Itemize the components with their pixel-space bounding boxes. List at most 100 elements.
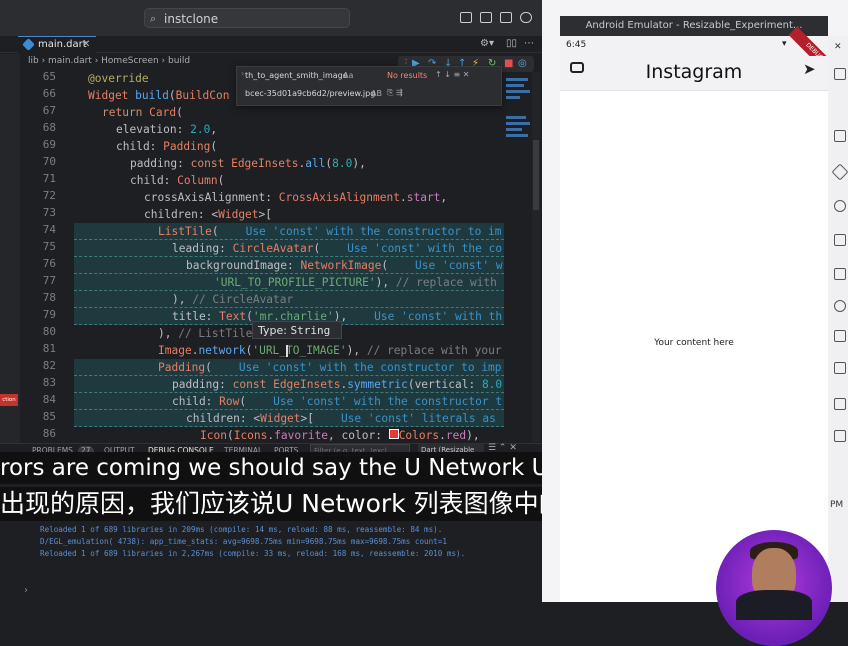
app-title: Instagram	[645, 61, 743, 83]
minimap[interactable]	[504, 76, 532, 216]
zoom-icon[interactable]	[834, 234, 846, 246]
code-line: Padding( Use 'const' with the constructo…	[158, 361, 502, 374]
console-line: D/EGL_emulation( 4738): app_time_stats: …	[40, 537, 447, 546]
tab-label: main.dart	[38, 39, 87, 50]
scrollbar-thumb[interactable]	[533, 140, 539, 210]
code-line: child: Column(	[130, 174, 225, 187]
side-time-label: PM	[830, 500, 844, 510]
line-number: 65	[42, 70, 56, 83]
code-line: Image.network('URL_TO_IMAGE'), // replac…	[158, 344, 502, 357]
toggle-sidebar-icon[interactable]	[460, 12, 472, 23]
devtools-icon[interactable]: ◎	[518, 57, 527, 71]
line-number: 82	[42, 359, 56, 372]
more-icon[interactable]	[834, 430, 846, 442]
line-number-gutter: 65 66 67 68 69 70 71 72 73 74 75 76 77 7…	[20, 68, 62, 442]
run-debug-icon[interactable]: ⚙▾	[480, 38, 494, 49]
close-icon[interactable]: ✕	[834, 42, 842, 52]
code-line: ), // CircleAvatar	[172, 293, 294, 306]
line-number: 77	[42, 274, 56, 287]
find-nav-icons[interactable]: ↑ ↓ ≡ ✕	[435, 70, 469, 79]
line-number: 76	[42, 257, 56, 270]
console-prompt-icon[interactable]: ›	[24, 585, 28, 596]
tooltip-type: String	[290, 324, 331, 337]
line-number: 79	[42, 308, 56, 321]
code-line: padding: const EdgeInsets.symmetric(vert…	[172, 378, 503, 391]
split-editor-icon[interactable]: ▯▯	[506, 38, 517, 49]
more-icon[interactable]	[834, 362, 846, 374]
line-number: 80	[42, 325, 56, 338]
presenter-shirt	[736, 590, 812, 620]
code-line: children: <Widget>[	[144, 208, 273, 221]
type-tooltip: Type: String	[252, 321, 342, 339]
more-icon[interactable]	[834, 398, 846, 410]
android-status-bar: 6:45 ▾	[560, 36, 828, 56]
screenshot-icon[interactable]	[834, 200, 846, 212]
code-line: 'URL_TO_PROFILE_PICTURE'), // replace wi…	[214, 276, 497, 289]
find-replace-widget: › th_to_agent_smith_image Aa No results …	[236, 66, 502, 106]
line-number: 81	[42, 342, 56, 355]
back-icon[interactable]	[834, 268, 846, 280]
line-number: 67	[42, 104, 56, 117]
line-number: 84	[42, 393, 56, 406]
find-input[interactable]: th_to_agent_smith_image	[245, 71, 348, 80]
line-number: 68	[42, 121, 56, 134]
code-line: child: Padding(	[116, 140, 218, 153]
line-number: 69	[42, 138, 56, 151]
line-number: 66	[42, 87, 56, 100]
code-line: backgroundImage: NetworkImage( Use 'cons…	[186, 259, 503, 272]
match-case-icon[interactable]: Aa	[343, 71, 353, 80]
close-icon[interactable]: ✕	[82, 37, 90, 53]
code-line: ), // ListTile	[158, 327, 253, 340]
code-line: crossAxisAlignment: CrossAxisAlignment.s…	[144, 191, 448, 204]
overview-icon[interactable]	[834, 330, 846, 342]
volume-icon[interactable]	[834, 130, 846, 142]
power-icon[interactable]	[834, 68, 846, 80]
line-number: 73	[42, 206, 56, 219]
command-center-search[interactable]: ⌕ instclone	[144, 8, 350, 28]
search-icon: ⌕	[150, 12, 157, 25]
toggle-panel-icon[interactable]	[480, 12, 492, 23]
breadcrumb[interactable]: lib › main.dart › HomeScreen › build	[28, 54, 190, 68]
emulator-side-toolbar: ✕	[828, 36, 848, 602]
code-line: elevation: 2.0,	[116, 123, 218, 136]
home-icon[interactable]	[834, 300, 846, 312]
wifi-icon: ▾	[782, 39, 787, 49]
code-line: leading: CircleAvatar( Use 'const' with …	[172, 242, 503, 255]
dart-file-icon	[22, 38, 35, 51]
replace-icons[interactable]: ⎘ ⇶	[387, 88, 403, 98]
toggle-replace-icon[interactable]: ›	[241, 69, 244, 78]
code-line: children: <Widget>[ Use 'const' literals…	[186, 412, 496, 425]
search-text: instclone	[164, 12, 219, 26]
status-time: 6:45	[566, 40, 587, 50]
line-number: 74	[42, 223, 56, 236]
body-text: Your content here	[654, 338, 734, 348]
editor-scrollbar[interactable]	[532, 72, 540, 442]
error-badge: ction	[0, 394, 18, 406]
line-number: 83	[42, 376, 56, 389]
stop-icon[interactable]: ■	[504, 57, 513, 71]
more-actions-icon[interactable]: ⋯	[524, 38, 534, 49]
code-line: child: Row( Use 'const' with the constru…	[172, 395, 503, 408]
line-number: 78	[42, 291, 56, 304]
code-line: Widget build(BuildCon	[88, 89, 230, 102]
code-line: return Card(	[102, 106, 183, 119]
code-line: ListTile( Use 'const' with the construct…	[158, 225, 502, 238]
phone-screen[interactable]	[560, 36, 828, 602]
line-number: 71	[42, 172, 56, 185]
console-line: Reloaded 1 of 689 libraries in 2,267ms (…	[40, 549, 466, 558]
line-number: 72	[42, 189, 56, 202]
line-number: 85	[42, 410, 56, 423]
line-number: 75	[42, 240, 56, 253]
code-line: @override	[88, 72, 149, 85]
code-line: padding: const EdgeInsets.all(8.0),	[130, 157, 366, 170]
tooltip-label: Type:	[258, 324, 287, 337]
preserve-case-icon[interactable]: AB	[371, 89, 382, 98]
line-number: 86	[42, 427, 56, 440]
find-results: No results	[387, 71, 428, 80]
explorer-strip	[0, 54, 20, 444]
tab-main-dart[interactable]: main.dart ✕	[18, 36, 96, 53]
toggle-secondary-sidebar-icon[interactable]	[500, 12, 512, 23]
replace-input[interactable]: bcec-35d01a9cb6d2/preview.jpg	[245, 89, 375, 98]
customize-layout-icon[interactable]	[520, 12, 532, 23]
text-cursor-icon	[286, 345, 288, 357]
